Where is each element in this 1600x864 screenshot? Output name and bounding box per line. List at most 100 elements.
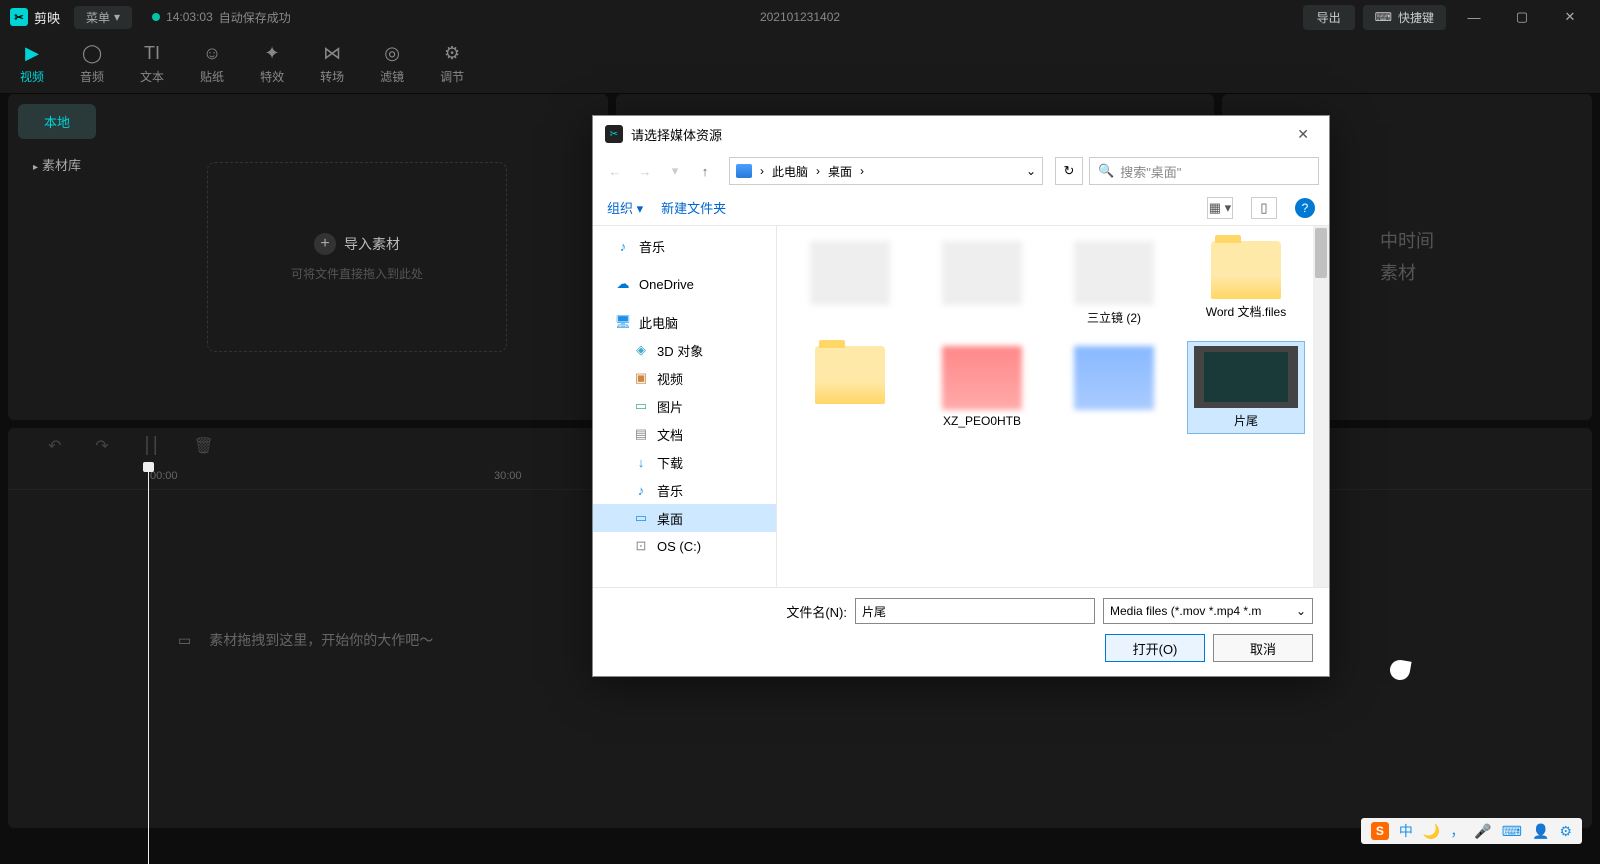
cube-icon: ◈ bbox=[633, 342, 649, 358]
app-name: 剪映 bbox=[34, 8, 60, 27]
tree-item-desktop[interactable]: ▭桌面 bbox=[593, 504, 776, 532]
tree-item-videos[interactable]: ▣视频 bbox=[593, 364, 776, 392]
import-dropzone[interactable]: + 导入素材 可将文件直接拖入到此处 bbox=[207, 162, 507, 352]
file-thumb bbox=[1074, 346, 1154, 410]
nav-back-button[interactable]: ← bbox=[603, 159, 627, 183]
document-icon: ▤ bbox=[633, 426, 649, 442]
filename-input[interactable] bbox=[855, 598, 1095, 624]
ruler-tick: 30:00 bbox=[494, 470, 522, 482]
tab-adjust[interactable]: ⚙调节 bbox=[440, 43, 464, 85]
desktop-icon: ▭ bbox=[633, 510, 649, 526]
tab-transition[interactable]: ⋈转场 bbox=[320, 43, 344, 85]
tree-item-pictures[interactable]: ▭图片 bbox=[593, 392, 776, 420]
ime-toolbar[interactable]: S 中 🌙 ， 🎤 ⌨ 👤 ⚙ bbox=[1361, 818, 1582, 844]
keyboard-icon[interactable]: ⌨ bbox=[1502, 823, 1522, 840]
person-icon[interactable]: 👤 bbox=[1532, 823, 1549, 840]
tab-effect[interactable]: ✦特效 bbox=[260, 43, 284, 85]
dialog-toolbar: 组织 ▾ 新建文件夹 ▦ ▾ ▯ ? bbox=[593, 190, 1329, 226]
ruler-tick: 00:00 bbox=[150, 470, 178, 482]
cancel-button[interactable]: 取消 bbox=[1213, 634, 1313, 662]
ime-mode[interactable]: 中 bbox=[1399, 821, 1413, 841]
autosave-status: 14:03:03 自动保存成功 bbox=[152, 9, 291, 26]
file-item-word[interactable]: Word 文档.files bbox=[1187, 236, 1305, 331]
tab-text[interactable]: TI文本 bbox=[140, 43, 164, 85]
tree-item-this-pc[interactable]: 🖥此电脑 bbox=[593, 308, 776, 336]
adjust-icon: ⚙ bbox=[444, 43, 460, 64]
music-icon: ♪ bbox=[615, 238, 631, 254]
tree-item-documents[interactable]: ▤文档 bbox=[593, 420, 776, 448]
file-type-filter[interactable]: Media files (*.mov *.mp4 *.m⌄ bbox=[1103, 598, 1313, 624]
sidebar-local[interactable]: 本地 bbox=[18, 104, 96, 139]
sticker-icon: ☺ bbox=[203, 43, 221, 64]
chevron-down-icon[interactable]: ⌄ bbox=[1026, 164, 1036, 178]
redo-button[interactable]: ↷ bbox=[95, 436, 108, 456]
nav-forward-button[interactable]: → bbox=[633, 159, 657, 183]
settings-icon[interactable]: ⚙ bbox=[1559, 823, 1572, 840]
project-title: 202101231402 bbox=[760, 10, 840, 24]
new-folder-button[interactable]: 新建文件夹 bbox=[661, 198, 726, 217]
status-dot-icon bbox=[152, 13, 160, 21]
media-sidebar: 本地 ▸素材库 bbox=[8, 94, 106, 420]
file-thumb bbox=[942, 241, 1022, 305]
moon-icon[interactable]: 🌙 bbox=[1423, 823, 1440, 840]
dialog-logo-icon: ✂ bbox=[605, 125, 623, 143]
logo-icon: ✂ bbox=[10, 8, 28, 26]
tree-item-downloads[interactable]: ↓下载 bbox=[593, 448, 776, 476]
playhead[interactable] bbox=[148, 464, 149, 864]
mic-icon[interactable]: 🎤 bbox=[1474, 823, 1491, 840]
file-item[interactable] bbox=[791, 341, 909, 434]
nav-recent-button[interactable]: ▾ bbox=[663, 159, 687, 183]
file-list: 三立镜 (2) Word 文档.files XZ_PEO0HTB 片尾 bbox=[777, 226, 1329, 587]
menu-button[interactable]: 菜单▾ bbox=[74, 6, 132, 29]
scrollbar[interactable] bbox=[1313, 226, 1329, 587]
file-item-pianwei[interactable]: 片尾 bbox=[1187, 341, 1305, 434]
help-button[interactable]: ? bbox=[1295, 198, 1315, 218]
tab-audio[interactable]: ◯音频 bbox=[80, 43, 104, 85]
shortcut-button[interactable]: ⌨ 快捷键 bbox=[1363, 5, 1446, 30]
tree-item-onedrive[interactable]: ☁OneDrive bbox=[593, 270, 776, 298]
nav-up-button[interactable]: ↑ bbox=[693, 159, 717, 183]
organize-button[interactable]: 组织 ▾ bbox=[607, 198, 643, 217]
open-button[interactable]: 打开(O) bbox=[1105, 634, 1205, 662]
filter-icon: ◎ bbox=[384, 43, 400, 64]
tab-sticker[interactable]: ☺贴纸 bbox=[200, 43, 224, 85]
pc-icon bbox=[736, 164, 752, 178]
dialog-body: ♪音乐 ☁OneDrive 🖥此电脑 ◈3D 对象 ▣视频 ▭图片 ▤文档 ↓下… bbox=[593, 226, 1329, 587]
tab-video[interactable]: ▶视频 bbox=[20, 43, 44, 85]
undo-button[interactable]: ↶ bbox=[48, 436, 61, 456]
film-icon: ▭ bbox=[178, 632, 191, 649]
transition-icon: ⋈ bbox=[323, 43, 341, 64]
folder-tree: ♪音乐 ☁OneDrive 🖥此电脑 ◈3D 对象 ▣视频 ▭图片 ▤文档 ↓下… bbox=[593, 226, 777, 587]
timeline-hint: ▭ 素材拖拽到这里，开始你的大作吧～ bbox=[178, 630, 433, 650]
file-item[interactable] bbox=[791, 236, 909, 331]
dialog-close-button[interactable]: ✕ bbox=[1289, 122, 1317, 147]
file-item[interactable] bbox=[1055, 341, 1173, 434]
search-input[interactable]: 🔍 搜索"桌面" bbox=[1089, 157, 1319, 185]
close-button[interactable]: ✕ bbox=[1550, 3, 1590, 31]
cloud-icon: ☁ bbox=[615, 276, 631, 292]
minimize-button[interactable]: — bbox=[1454, 3, 1494, 31]
split-button[interactable]: ⎮⎮ bbox=[143, 436, 160, 456]
tree-item-osc[interactable]: ⊡OS (C:) bbox=[593, 532, 776, 560]
refresh-button[interactable]: ↻ bbox=[1055, 157, 1083, 185]
tree-item-3d-objects[interactable]: ◈3D 对象 bbox=[593, 336, 776, 364]
view-mode-button[interactable]: ▦ ▾ bbox=[1207, 197, 1233, 219]
properties-hint: 中时间 素材 bbox=[1380, 225, 1434, 290]
file-item[interactable]: 三立镜 (2) bbox=[1055, 236, 1173, 331]
effect-icon: ✦ bbox=[265, 43, 280, 64]
dialog-titlebar: ✂ 请选择媒体资源 ✕ bbox=[593, 116, 1329, 152]
preview-pane-button[interactable]: ▯ bbox=[1251, 197, 1277, 219]
export-button[interactable]: 导出 bbox=[1303, 5, 1355, 30]
titlebar: ✂ 剪映 菜单▾ 14:03:03 自动保存成功 202101231402 导出… bbox=[0, 0, 1600, 34]
sidebar-library[interactable]: ▸素材库 bbox=[18, 147, 96, 182]
delete-button[interactable]: 🗑 bbox=[193, 436, 213, 456]
dialog-nav: ← → ▾ ↑ › 此电脑 › 桌面 › ⌄ ↻ 🔍 搜索"桌面" bbox=[593, 152, 1329, 190]
maximize-button[interactable]: ▢ bbox=[1502, 3, 1542, 31]
path-bar[interactable]: › 此电脑 › 桌面 › ⌄ bbox=[729, 157, 1043, 185]
file-item[interactable] bbox=[923, 236, 1041, 331]
tree-item-music[interactable]: ♪音乐 bbox=[593, 476, 776, 504]
tree-item-music-quick[interactable]: ♪音乐 bbox=[593, 232, 776, 260]
tab-filter[interactable]: ◎滤镜 bbox=[380, 43, 404, 85]
import-zone: + 导入素材 可将文件直接拖入到此处 bbox=[106, 94, 608, 420]
file-item-xz[interactable]: XZ_PEO0HTB bbox=[923, 341, 1041, 434]
